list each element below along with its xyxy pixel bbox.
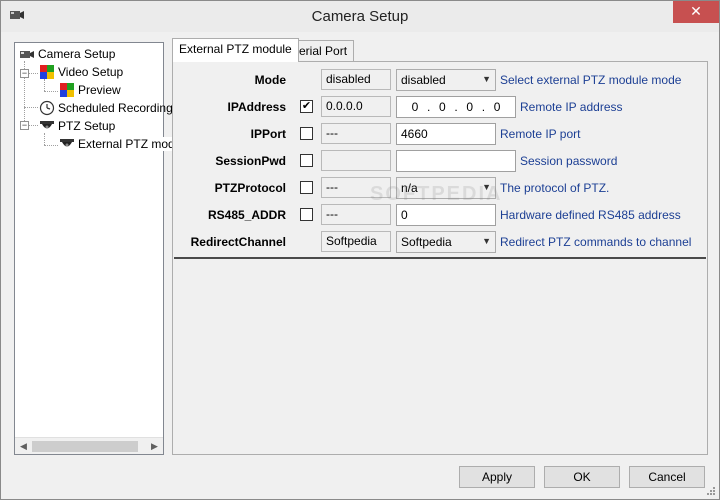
ipport-checkbox[interactable] — [300, 127, 313, 140]
form-row-ptzprotocol: PTZProtocol --- n/a ▼ The protocol of PT… — [174, 177, 706, 199]
field-label: Mode — [254, 73, 286, 87]
tree-horizontal-scrollbar[interactable]: ◀ ▶ — [15, 437, 163, 454]
collapse-toggle[interactable]: − — [20, 121, 29, 130]
ptzprotocol-checkbox[interactable] — [300, 181, 313, 194]
form-row-redirectchannel: RedirectChannel Softpedia Softpedia ▼ Re… — [174, 231, 706, 253]
settings-tree[interactable]: Camera Setup − Video Setup Preview Sched… — [14, 42, 175, 455]
tree-item-label: External PTZ mod — [78, 136, 175, 151]
close-button[interactable]: ✕ — [673, 1, 719, 23]
ipaddress-checkbox[interactable]: ✔ — [300, 100, 313, 113]
form-row-mode: Mode disabled disabled ▼ Select external… — [174, 69, 706, 91]
session-password-input[interactable] — [396, 150, 516, 172]
field-description: Remote IP address — [520, 100, 623, 114]
redirect-channel-select[interactable]: Softpedia ▼ — [396, 231, 496, 253]
chevron-down-icon: ▼ — [482, 236, 491, 246]
current-value: Softpedia — [321, 231, 391, 252]
field-label: SessionPwd — [215, 154, 286, 168]
tree-item-video-setup[interactable]: Video Setup — [39, 62, 123, 80]
camera-icon — [20, 50, 34, 58]
current-value: 0.0.0.0 — [321, 96, 391, 117]
form-divider — [174, 257, 706, 259]
tree-item-external-ptz-module[interactable]: External PTZ mod — [59, 134, 175, 152]
dome-camera-icon — [60, 138, 74, 147]
mode-select[interactable]: disabled ▼ — [396, 69, 496, 91]
ip-octet[interactable]: 0 — [430, 100, 454, 114]
tree-item-scheduled-recording[interactable]: Scheduled Recording — [39, 98, 173, 116]
camera-setup-window: Camera Setup ✕ Camera Setup − Video Setu… — [0, 0, 720, 500]
selected-value: Softpedia — [401, 235, 452, 249]
field-label: IPPort — [250, 127, 286, 141]
tree-item-label: Video Setup — [58, 64, 124, 79]
scroll-right-arrow-icon[interactable]: ▶ — [146, 438, 163, 455]
tree-item-ptz-setup[interactable]: PTZ Setup — [39, 116, 115, 134]
selected-value: disabled — [401, 73, 446, 87]
tree-item-label: PTZ Setup — [58, 118, 116, 133]
current-value: --- — [321, 123, 391, 144]
current-value: --- — [321, 177, 391, 198]
tree-item-camera-setup[interactable]: Camera Setup — [19, 44, 115, 62]
form-row-rs485-addr: RS485_ADDR --- 0 Hardware defined RS485 … — [174, 204, 706, 226]
tree-item-label: Scheduled Recording — [58, 100, 173, 115]
ip-octet[interactable]: 0 — [403, 100, 427, 114]
ptz-protocol-select[interactable]: n/a ▼ — [396, 177, 496, 199]
tab-external-ptz-module[interactable]: External PTZ module — [172, 38, 299, 62]
resize-grip-icon[interactable] — [706, 486, 716, 496]
ok-button[interactable]: OK — [544, 466, 620, 488]
sessionpwd-checkbox[interactable] — [300, 154, 313, 167]
field-label: IPAddress — [227, 100, 286, 114]
field-description: Select external PTZ module mode — [500, 73, 682, 87]
field-description: Session password — [520, 154, 618, 168]
field-description: The protocol of PTZ. — [500, 181, 610, 195]
ip-octet[interactable]: 0 — [485, 100, 509, 114]
tree-item-label: Camera Setup — [38, 46, 116, 61]
collapse-toggle[interactable]: − — [20, 69, 29, 78]
selected-value: n/a — [401, 181, 418, 195]
video-setup-icon — [40, 64, 54, 79]
field-label: PTZProtocol — [214, 181, 286, 195]
tree-item-preview[interactable]: Preview — [59, 80, 121, 98]
dome-camera-icon — [40, 120, 54, 129]
current-value — [321, 150, 391, 171]
ip-port-input[interactable]: 4660 — [396, 123, 496, 145]
field-label: RS485_ADDR — [207, 208, 286, 222]
ip-address-input[interactable]: 0.0.0.0 — [396, 96, 516, 118]
form-row-ipaddress: IPAddress ✔ 0.0.0.0 0.0.0.0 Remote IP ad… — [174, 96, 706, 118]
form-row-ipport: IPPort --- 4660 Remote IP port — [174, 123, 706, 145]
rs485-address-input[interactable]: 0 — [396, 204, 496, 226]
rs485-addr-checkbox[interactable] — [300, 208, 313, 221]
chevron-down-icon: ▼ — [482, 182, 491, 192]
apply-button[interactable]: Apply — [459, 466, 535, 488]
clock-icon — [39, 100, 55, 115]
ptz-settings-form: Mode disabled disabled ▼ Select external… — [174, 63, 706, 258]
current-value: --- — [321, 204, 391, 225]
current-value: disabled — [321, 69, 391, 90]
field-description: Remote IP port — [500, 127, 581, 141]
ip-octet[interactable]: 0 — [458, 100, 482, 114]
scroll-left-arrow-icon[interactable]: ◀ — [15, 438, 32, 455]
cancel-button[interactable]: Cancel — [629, 466, 705, 488]
title-bar[interactable]: Camera Setup ✕ — [1, 1, 719, 32]
field-description: Redirect PTZ commands to channel — [500, 235, 692, 249]
field-description: Hardware defined RS485 address — [500, 208, 681, 222]
tab-panel: Mode disabled disabled ▼ Select external… — [172, 61, 708, 455]
chevron-down-icon: ▼ — [482, 74, 491, 84]
scroll-thumb[interactable] — [32, 441, 138, 452]
tree-item-label: Preview — [78, 82, 121, 97]
field-label: RedirectChannel — [190, 235, 286, 249]
window-title: Camera Setup — [311, 8, 409, 25]
preview-icon — [60, 82, 74, 97]
form-row-sessionpwd: SessionPwd Session password — [174, 150, 706, 172]
